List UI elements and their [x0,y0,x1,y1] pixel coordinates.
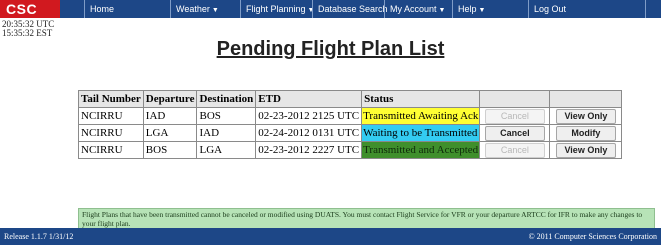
nav-my-account-label: My Account [390,4,437,14]
cell-tail-number: NCIRRU [78,107,144,125]
header-departure: Departure [142,90,198,108]
cell-tail-number: NCIRRU [78,124,144,142]
cell-cancel: Cancel [479,107,551,125]
table-row: NCIRRU IAD BOS 02-23-2012 2125 UTC Trans… [78,107,623,125]
top-nav-bar: CSC Home Weather ▼ Flight Planning ▼ Datab… [0,0,661,18]
chevron-down-icon: ▼ [211,7,219,14]
cell-tail-number: NCIRRU [78,141,144,159]
cell-cancel: Cancel [479,141,551,159]
nav-database-search[interactable]: Database Search [312,0,388,18]
chevron-down-icon: ▼ [478,7,486,14]
header-destination: Destination [196,90,257,108]
nav-database-search-label: Database Search [318,4,388,14]
flight-plan-table: Tail Number Departure Destination ETD St… [78,90,623,159]
cell-action: View Only [549,141,623,159]
transmission-notice: Flight Plans that have been transmitted … [78,208,655,230]
cell-etd: 02-23-2012 2125 UTC [255,107,363,125]
nav-home-label: Home [90,4,115,14]
footer-bar: Release 1.1.7 1/31/12 © 2011 Computer Sc… [0,228,661,245]
cell-action: View Only [549,107,623,125]
cell-etd: 02-24-2012 0131 UTC [255,124,363,142]
cell-destination: IAD [196,124,257,142]
cell-action: Modify [549,124,623,142]
nav-flight-planning[interactable]: Flight Planning ▼ [240,0,314,18]
cancel-button[interactable]: Cancel [484,108,545,124]
copyright-text: © 2011 Computer Sciences Corporation [528,232,657,241]
header-etd: ETD [255,90,363,108]
nav-my-account[interactable]: My Account ▼ [384,0,452,18]
nav-flight-planning-label: Flight Planning [246,4,306,14]
release-version: Release 1.1.7 1/31/12 [4,232,74,241]
header-tail-number: Tail Number [78,90,144,108]
clock: 20:35:32 UTC 15:35:32 EST [2,20,54,38]
view-only-button[interactable]: View Only [555,142,616,158]
cell-departure: IAD [142,107,198,125]
header-status: Status [361,90,481,108]
cell-status: Waiting to be Transmitted [361,124,481,142]
cell-destination: LGA [196,141,257,159]
cell-etd: 02-23-2012 2227 UTC [255,141,363,159]
nav-log-out-label: Log Out [534,4,567,14]
table-row: NCIRRU BOS LGA 02-23-2012 2227 UTC Trans… [78,141,623,159]
nav-help[interactable]: Help ▼ [452,0,528,18]
nav-help-label: Help [458,4,477,14]
cell-departure: LGA [142,124,198,142]
nav-log-out[interactable]: Log Out [528,0,646,18]
csc-logo: CSC [0,0,60,18]
page-title: Pending Flight Plan List [216,38,445,60]
nav-weather[interactable]: Weather ▼ [170,0,240,18]
view-only-button[interactable]: View Only [555,108,616,124]
cancel-button[interactable]: Cancel [484,142,545,158]
header-action [549,90,623,108]
cell-destination: BOS [196,107,257,125]
chevron-down-icon: ▼ [438,7,446,14]
cell-status: Transmitted Awaiting Ack [361,107,481,125]
cell-cancel: Cancel [479,124,551,142]
modify-button[interactable]: Modify [555,125,616,141]
header-cancel [479,90,551,108]
nav-home[interactable]: Home [84,0,170,18]
table-header-row: Tail Number Departure Destination ETD St… [78,90,623,108]
cancel-button[interactable]: Cancel [484,125,545,141]
cell-status: Transmitted and Accepted [361,141,481,159]
nav-weather-label: Weather [176,4,210,14]
table-row: NCIRRU LGA IAD 02-24-2012 0131 UTC Waiti… [78,124,623,142]
cell-departure: BOS [142,141,198,159]
clock-est: 15:35:32 EST [2,28,53,38]
